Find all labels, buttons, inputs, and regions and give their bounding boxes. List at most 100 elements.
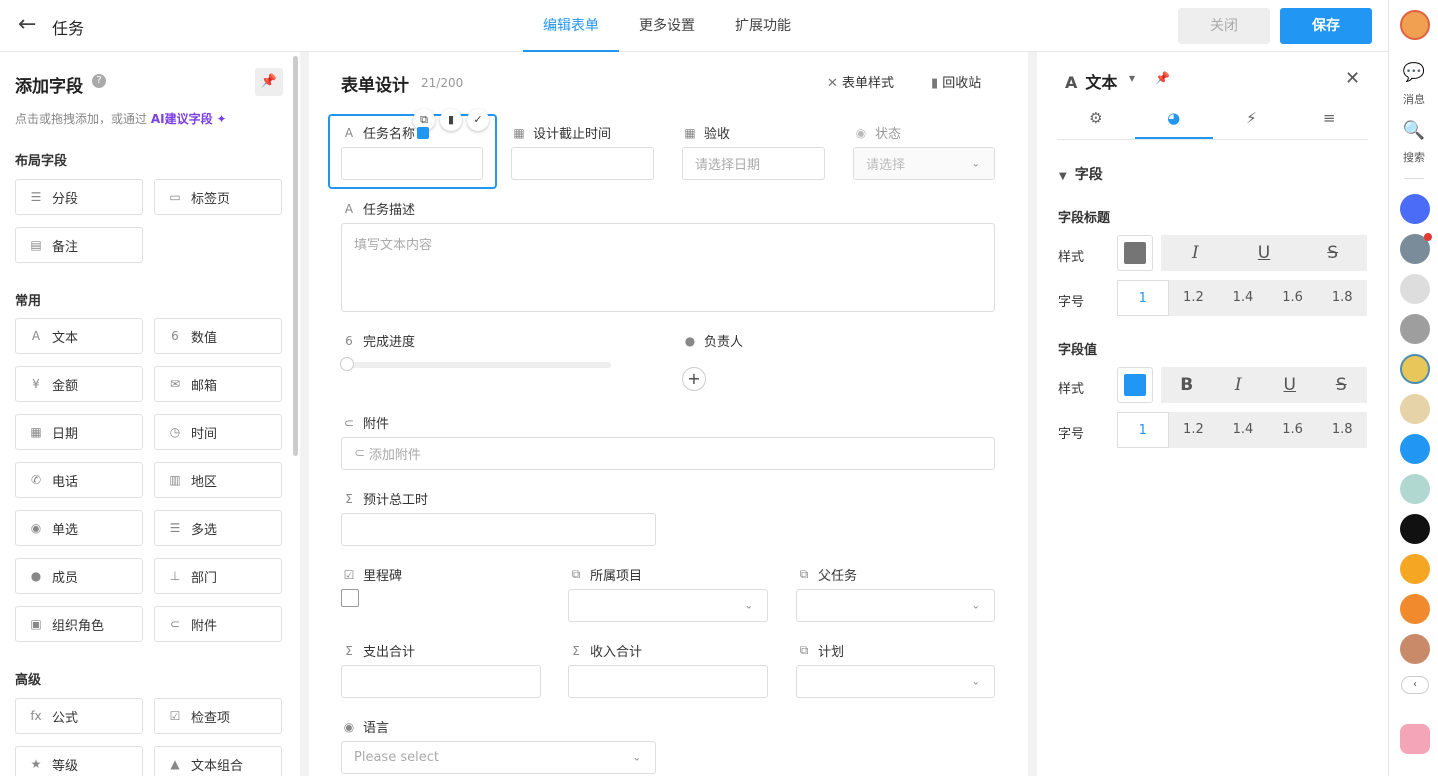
status-select[interactable]: 请选择 ⌄ bbox=[853, 147, 995, 180]
progress-slider-track[interactable] bbox=[341, 362, 611, 368]
field-button-amount[interactable]: ¥ 金额 bbox=[15, 366, 143, 402]
required-checkbox-icon[interactable] bbox=[417, 126, 430, 139]
app-icon-chat[interactable] bbox=[1400, 434, 1430, 464]
size-option[interactable]: 1.8 bbox=[1317, 280, 1367, 316]
milestone-checkbox[interactable] bbox=[341, 589, 359, 607]
pin-icon[interactable]: 📌 bbox=[255, 68, 283, 96]
size-option[interactable]: 1.8 bbox=[1317, 412, 1367, 448]
app-ai-icon[interactable] bbox=[1400, 194, 1430, 224]
close-icon[interactable]: ✕ bbox=[1345, 68, 1360, 89]
back-arrow-icon[interactable]: ← bbox=[18, 12, 46, 40]
project-select[interactable]: ⌄ bbox=[568, 589, 768, 622]
field-button-rating[interactable]: ★ 等级 bbox=[15, 746, 143, 776]
parent-task-select[interactable]: ⌄ bbox=[796, 589, 995, 622]
expense-total-input[interactable] bbox=[341, 665, 541, 698]
field-button-tabs[interactable]: ▭ 标签页 bbox=[154, 179, 282, 215]
field-button-attachment[interactable]: ⊂ 附件 bbox=[154, 606, 282, 642]
title-color-swatch[interactable] bbox=[1117, 235, 1153, 271]
size-option[interactable]: 1 bbox=[1117, 412, 1169, 448]
sigma-icon: Σ bbox=[345, 491, 353, 506]
section-field[interactable]: ▼ 字段 bbox=[1059, 164, 1103, 184]
add-owner-button[interactable]: + bbox=[682, 367, 706, 391]
app-icon-game[interactable] bbox=[1400, 354, 1430, 384]
field-button-number[interactable]: 6 数值 bbox=[154, 318, 282, 354]
task-name-input[interactable] bbox=[341, 147, 483, 180]
pin-icon[interactable]: 📌 bbox=[1155, 71, 1170, 85]
size-option[interactable]: 1.2 bbox=[1169, 412, 1219, 448]
collapse-chevron-icon[interactable]: ‹ bbox=[1401, 676, 1429, 694]
close-button[interactable]: 关闭 bbox=[1178, 8, 1270, 44]
field-button-department[interactable]: ⊥ 部门 bbox=[154, 558, 282, 594]
save-button[interactable]: 保存 bbox=[1280, 8, 1372, 44]
size-option[interactable]: 1 bbox=[1117, 280, 1169, 316]
recycle-bin-button[interactable]: ▮ 回收站 bbox=[931, 72, 981, 91]
field-button-section[interactable]: ☰ 分段 bbox=[15, 179, 143, 215]
tab-more-settings[interactable]: 更多设置 bbox=[619, 0, 715, 52]
help-icon[interactable]: ? bbox=[92, 74, 106, 88]
field-type-title[interactable]: A 文本 bbox=[1065, 69, 1117, 93]
add-field-hint: 点击或拖拽添加，或通过 AI建议字段 ✦ bbox=[15, 112, 227, 126]
progress-slider-knob[interactable] bbox=[340, 357, 354, 371]
app-icon-portrait[interactable] bbox=[1400, 634, 1430, 664]
section-advanced: 高级 bbox=[15, 673, 42, 688]
field-button-member[interactable]: ● 成员 bbox=[15, 558, 143, 594]
field-button-formula[interactable]: fx 公式 bbox=[15, 698, 143, 734]
language-select[interactable]: Please select ⌄ bbox=[341, 741, 656, 774]
app-icon-group[interactable] bbox=[1400, 594, 1430, 624]
flamingo-icon[interactable] bbox=[1400, 724, 1430, 754]
field-button-org-role[interactable]: ▣ 组织角色 bbox=[15, 606, 143, 642]
user-avatar[interactable] bbox=[1400, 10, 1430, 40]
size-option[interactable]: 1.2 bbox=[1169, 280, 1219, 316]
field-button-text-combo[interactable]: ▲ 文本组合 bbox=[154, 746, 282, 776]
search-icon[interactable]: 🔍 bbox=[1389, 120, 1438, 141]
ai-suggest-link[interactable]: AI建议字段 bbox=[151, 112, 213, 126]
design-deadline-input[interactable] bbox=[511, 147, 654, 180]
underline-icon[interactable]: U bbox=[1230, 235, 1299, 271]
field-button-note[interactable]: ▤ 备注 bbox=[15, 227, 143, 263]
strikethrough-icon[interactable]: S bbox=[1298, 235, 1367, 271]
estimated-hours-input[interactable] bbox=[341, 513, 656, 546]
form-style-button[interactable]: ✕ 表单样式 bbox=[827, 72, 894, 91]
field-button-time[interactable]: ◷ 时间 bbox=[154, 414, 282, 450]
field-button-phone[interactable]: ✆ 电话 bbox=[15, 462, 143, 498]
app-icon-grid[interactable] bbox=[1400, 554, 1430, 584]
left-scrollbar-thumb[interactable] bbox=[293, 56, 298, 456]
app-icon-apple[interactable] bbox=[1400, 314, 1430, 344]
field-button-text[interactable]: A 文本 bbox=[15, 318, 143, 354]
field-button-single-select[interactable]: ◉ 单选 bbox=[15, 510, 143, 546]
app-icon-hand[interactable] bbox=[1400, 474, 1430, 504]
lightning-icon[interactable]: ⚡ bbox=[1213, 102, 1291, 139]
bold-icon[interactable]: B bbox=[1161, 367, 1213, 403]
app-icon-cookie[interactable] bbox=[1400, 394, 1430, 424]
field-button-email[interactable]: ✉ 邮箱 bbox=[154, 366, 282, 402]
palette-icon[interactable]: ◕ bbox=[1134, 102, 1213, 139]
underline-icon[interactable]: U bbox=[1264, 367, 1316, 403]
app-icon-penguin[interactable] bbox=[1400, 274, 1430, 304]
app-icon-dark[interactable] bbox=[1400, 514, 1430, 544]
income-total-input[interactable] bbox=[568, 665, 768, 698]
field-button-multi-select[interactable]: ☰ 多选 bbox=[154, 510, 282, 546]
field-button-region[interactable]: ▥ 地区 bbox=[154, 462, 282, 498]
size-option[interactable]: 1.6 bbox=[1268, 412, 1318, 448]
size-option[interactable]: 1.4 bbox=[1218, 412, 1268, 448]
italic-icon[interactable]: I bbox=[1213, 367, 1265, 403]
description-textarea[interactable]: 填写文本内容 bbox=[341, 223, 995, 312]
size-option[interactable]: 1.4 bbox=[1218, 280, 1268, 316]
confirm-check-icon[interactable]: ✓ bbox=[467, 109, 489, 131]
strikethrough-icon[interactable]: S bbox=[1316, 367, 1368, 403]
chat-bubble-icon[interactable]: 💬 bbox=[1389, 62, 1438, 83]
plan-select[interactable]: ⌄ bbox=[796, 665, 995, 698]
add-attachment-input[interactable]: ⊂ 添加附件 bbox=[341, 437, 995, 470]
sort-lines-icon[interactable]: ≡ bbox=[1290, 102, 1368, 139]
caret-down-icon[interactable]: ▾ bbox=[1129, 71, 1135, 85]
size-option[interactable]: 1.6 bbox=[1268, 280, 1318, 316]
gear-icon[interactable]: ⚙ bbox=[1057, 102, 1135, 139]
tab-edit-form[interactable]: 编辑表单 bbox=[523, 0, 619, 52]
field-button-date[interactable]: ▦ 日期 bbox=[15, 414, 143, 450]
value-color-swatch[interactable] bbox=[1117, 367, 1153, 403]
tab-extensions[interactable]: 扩展功能 bbox=[715, 0, 811, 52]
field-button-checkitem[interactable]: ☑ 检查项 bbox=[154, 698, 282, 734]
acceptance-date-input[interactable]: 请选择日期 bbox=[682, 147, 825, 180]
italic-icon[interactable]: I bbox=[1161, 235, 1230, 271]
delete-icon[interactable]: ▮ bbox=[440, 109, 462, 131]
